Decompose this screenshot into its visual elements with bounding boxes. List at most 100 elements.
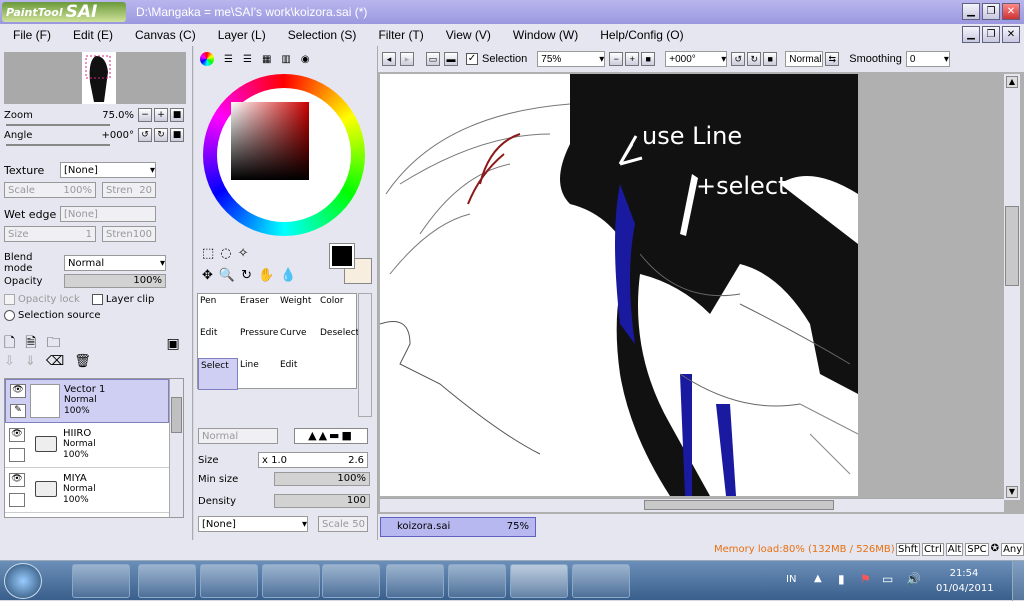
tool-select[interactable]: Select: [198, 358, 238, 390]
eye-icon[interactable]: 👁: [9, 428, 25, 442]
eye-icon[interactable]: 👁: [10, 384, 26, 398]
invert-selection-button[interactable]: ▬: [444, 52, 458, 66]
show-hidden-icons[interactable]: ▲: [814, 573, 822, 584]
layer-clip-checkbox[interactable]: [91, 294, 103, 305]
size-field[interactable]: x 1.0 2.6: [258, 452, 368, 468]
layer-scrollbar[interactable]: [169, 379, 183, 517]
maximize-button[interactable]: ❐: [982, 3, 1000, 20]
min-size-slider[interactable]: 100%: [274, 472, 370, 486]
tool-color[interactable]: Color: [318, 294, 358, 326]
taskbar-firefox[interactable]: [448, 564, 506, 598]
document-tab[interactable]: koizora.sai 75%: [380, 517, 536, 537]
show-desktop-button[interactable]: [1012, 561, 1024, 601]
transfer-down-icon[interactable]: ⇩: [4, 354, 15, 369]
clock[interactable]: 21:54 01/04/2011: [936, 566, 994, 596]
menu-filter[interactable]: Filter (T): [365, 28, 432, 42]
tool-edit-2[interactable]: Edit: [278, 358, 318, 390]
taskbar-explorer[interactable]: [262, 564, 320, 598]
color-wheel[interactable]: [203, 74, 365, 236]
zoom-out-button[interactable]: −: [138, 108, 152, 122]
taskbar-sai[interactable]: [510, 564, 568, 598]
canvas-zoom-out-button[interactable]: −: [609, 52, 624, 66]
taskbar-paint[interactable]: [200, 564, 258, 598]
vertical-scrollbar[interactable]: ▲ ▼: [1004, 74, 1020, 500]
saturation-value-square[interactable]: [231, 102, 309, 180]
clear-layer-icon[interactable]: ⌫: [46, 354, 64, 369]
blend-mode-select[interactable]: Normal ▾: [64, 255, 166, 271]
layer-item[interactable]: 👁 HIIRO Normal 100%: [5, 424, 169, 468]
zoom-reset-button[interactable]: ■: [170, 108, 184, 122]
rect-select-icon[interactable]: ⬚: [202, 246, 214, 261]
doc-restore-button[interactable]: ❐: [982, 26, 1000, 43]
smoothing-select[interactable]: 0 ▾: [905, 51, 950, 67]
language-indicator[interactable]: IN: [786, 574, 796, 585]
merge-down-icon[interactable]: ⇓: [25, 354, 36, 369]
eyedropper-icon[interactable]: 💧: [280, 268, 296, 283]
navigator-preview[interactable]: [4, 52, 186, 104]
tool-pressure[interactable]: Pressure: [238, 326, 278, 358]
deselect-button[interactable]: ▭: [426, 52, 440, 66]
zoom-in-button[interactable]: +: [154, 108, 168, 122]
tool-edit[interactable]: Edit: [198, 326, 238, 358]
selection-checkbox[interactable]: ✓: [466, 53, 478, 65]
undo-button[interactable]: ◂: [382, 52, 396, 66]
taskbar-photo-viewer[interactable]: [572, 564, 630, 598]
tool-pen[interactable]: Pen: [198, 294, 238, 326]
layer-checkbox[interactable]: [9, 448, 25, 462]
eye-icon[interactable]: 👁: [9, 473, 25, 487]
volume-icon[interactable]: 🔊: [906, 572, 921, 586]
menu-selection[interactable]: Selection (S): [275, 28, 366, 42]
layer-item[interactable]: 👁 MIYA Normal 100%: [5, 469, 169, 513]
taskbar-sticky-notes[interactable]: [138, 564, 196, 598]
magic-wand-icon[interactable]: ✧: [238, 246, 249, 261]
menu-canvas[interactable]: Canvas (C): [122, 28, 205, 42]
tool-line[interactable]: Line: [238, 358, 278, 390]
layer-checkbox[interactable]: [9, 493, 25, 507]
brush-shape-strip[interactable]: ▲▲▬■: [294, 428, 368, 444]
canvas-rotate-left-button[interactable]: ↺: [731, 52, 746, 66]
canvas-zoom-in-button[interactable]: +: [625, 52, 640, 66]
move-icon[interactable]: ✥: [202, 268, 213, 283]
new-linework-icon[interactable]: 🗎: [25, 332, 36, 356]
new-layer-icon[interactable]: 🗋: [4, 332, 15, 356]
taskbar-media-player[interactable]: [72, 564, 130, 598]
action-center-icon[interactable]: ⚑: [860, 572, 871, 586]
delete-layer-icon[interactable]: 🗑: [74, 354, 91, 369]
tool-weight[interactable]: Weight: [278, 294, 318, 326]
tool-scrollbar[interactable]: [358, 293, 372, 417]
taskbar-app-6[interactable]: [386, 564, 444, 598]
canvas-rotate-right-button[interactable]: ↻: [747, 52, 762, 66]
menu-file[interactable]: File (F): [0, 28, 60, 42]
zoom-slider[interactable]: [6, 124, 110, 126]
foreground-color-swatch[interactable]: [329, 243, 355, 269]
selection-source-checkbox[interactable]: [4, 310, 15, 321]
doc-close-button[interactable]: ✕: [1002, 26, 1020, 43]
rotate-reset-button[interactable]: ■: [170, 128, 184, 142]
mixer-icon[interactable]: ▥: [281, 54, 290, 65]
canvas-zoom-select[interactable]: 75% ▾: [537, 51, 606, 67]
zoom-icon[interactable]: 🔍: [219, 268, 235, 283]
new-folder-icon[interactable]: 🗀: [47, 332, 61, 356]
color-wheel-icon[interactable]: [200, 52, 214, 66]
canvas-mode-select[interactable]: Normal: [785, 51, 824, 67]
canvas-rotate-reset-button[interactable]: ■: [763, 52, 778, 66]
texture-select[interactable]: [None] ▾: [60, 162, 156, 178]
menu-view[interactable]: View (V): [433, 28, 500, 42]
drawing-canvas[interactable]: use Line +select: [380, 74, 858, 496]
swatches-icon[interactable]: ▦: [262, 54, 271, 65]
layer-item[interactable]: 👁 ✎ Vector 1 Normal 100%: [5, 379, 169, 423]
network-icon[interactable]: ▮: [838, 572, 845, 586]
tool-eraser[interactable]: Eraser: [238, 294, 278, 326]
angle-slider[interactable]: [6, 144, 110, 146]
layer-mask-icon[interactable]: ▣: [167, 336, 180, 352]
menu-layer[interactable]: Layer (L): [205, 28, 275, 42]
flip-button[interactable]: ⇆: [825, 52, 840, 66]
opacity-lock-checkbox[interactable]: [4, 294, 15, 305]
menu-help[interactable]: Help/Config (O): [587, 28, 692, 42]
battery-icon[interactable]: ▭: [882, 572, 893, 586]
taskbar-app-5[interactable]: [322, 564, 380, 598]
menu-window[interactable]: Window (W): [500, 28, 587, 42]
rgb-slider-icon[interactable]: ☰: [224, 54, 233, 65]
start-button[interactable]: [4, 563, 42, 599]
doc-minimize-button[interactable]: ▁: [962, 26, 980, 43]
